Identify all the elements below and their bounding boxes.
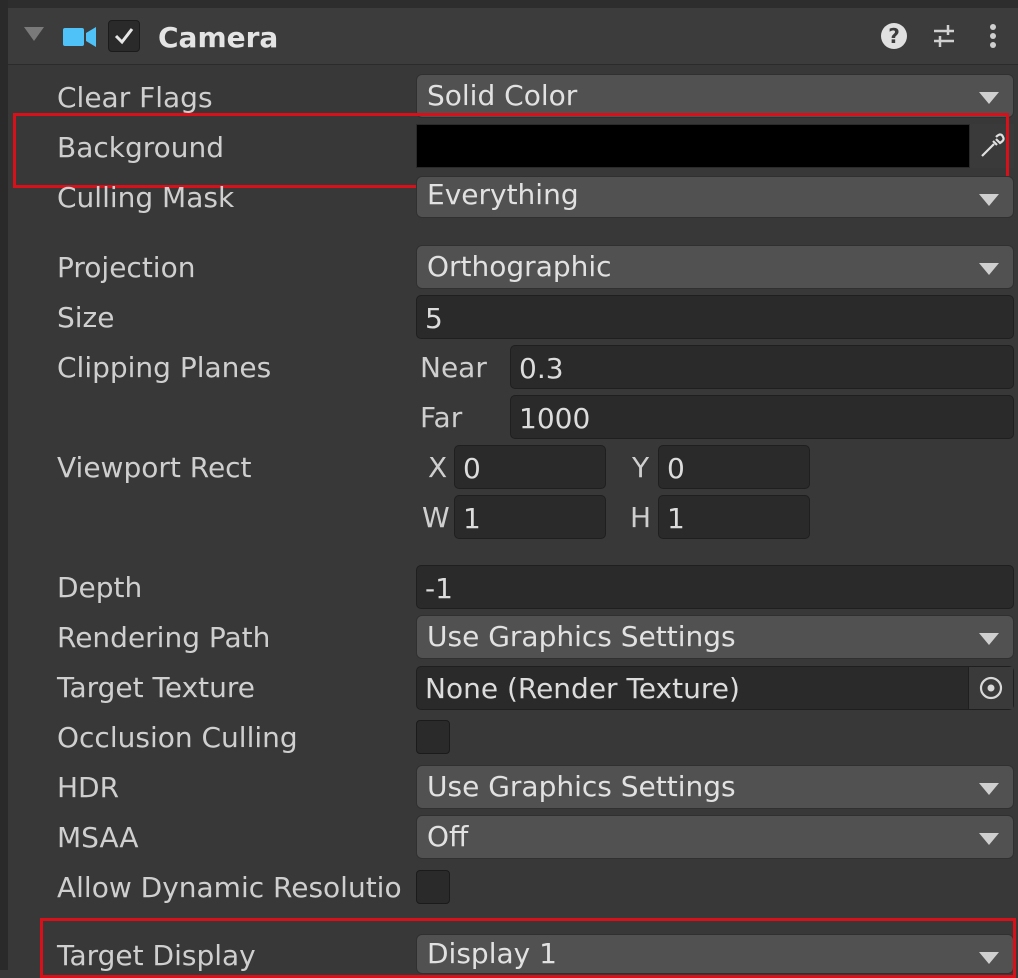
near-input[interactable]: 0.3: [510, 345, 1014, 389]
culling-mask-dropdown[interactable]: Everything: [416, 176, 1014, 218]
rendering-path-label: Rendering Path: [57, 621, 271, 654]
hdr-dropdown[interactable]: Use Graphics Settings: [416, 765, 1014, 809]
projection-value: Orthographic: [427, 250, 612, 283]
hdr-value: Use Graphics Settings: [427, 770, 736, 803]
clear-flags-value: Solid Color: [427, 79, 578, 112]
hdr-label: HDR: [57, 771, 120, 804]
more-menu-icon[interactable]: [977, 20, 1009, 52]
target-display-highlight: [40, 918, 1016, 978]
depth-value: -1: [425, 572, 453, 605]
component-title: Camera: [158, 21, 279, 54]
target-texture-label: Target Texture: [57, 671, 256, 704]
chevron-down-icon: [979, 833, 999, 845]
size-input[interactable]: 5: [416, 295, 1014, 339]
viewport-h-input[interactable]: 1: [658, 495, 810, 539]
viewport-y-value: 0: [667, 452, 685, 485]
viewport-y-input[interactable]: 0: [658, 445, 810, 489]
x-label: X: [428, 451, 448, 484]
clear-flags-dropdown[interactable]: Solid Color: [416, 74, 1014, 118]
y-label: Y: [632, 451, 650, 484]
chevron-down-icon: [979, 633, 999, 645]
culling-mask-value: Everything: [427, 178, 579, 211]
top-border: [0, 0, 1018, 8]
checkmark-icon: [114, 28, 134, 45]
size-label: Size: [57, 301, 115, 334]
clipping-planes-label: Clipping Planes: [57, 351, 272, 384]
msaa-label: MSAA: [57, 821, 139, 854]
far-value: 1000: [519, 402, 591, 435]
near-value: 0.3: [519, 352, 564, 385]
depth-label: Depth: [57, 571, 143, 604]
w-label: W: [422, 501, 450, 534]
projection-label: Projection: [57, 251, 196, 284]
viewport-w-value: 1: [463, 502, 481, 535]
svg-text:?: ?: [888, 24, 900, 48]
depth-input[interactable]: -1: [416, 565, 1014, 609]
object-picker-icon[interactable]: [968, 667, 1013, 709]
component-enabled-checkbox[interactable]: [108, 20, 140, 52]
occlusion-culling-label: Occlusion Culling: [57, 721, 298, 754]
presets-icon[interactable]: [928, 20, 960, 52]
camera-icon: [63, 27, 96, 47]
h-label: H: [630, 501, 652, 534]
projection-dropdown[interactable]: Orthographic: [416, 245, 1014, 289]
rendering-path-value: Use Graphics Settings: [427, 620, 736, 653]
viewport-h-value: 1: [667, 502, 685, 535]
viewport-w-input[interactable]: 1: [454, 495, 606, 539]
msaa-value: Off: [427, 820, 469, 853]
near-label: Near: [420, 351, 487, 384]
help-icon[interactable]: ?: [878, 20, 910, 52]
viewport-x-value: 0: [463, 452, 481, 485]
clear-flags-label: Clear Flags: [57, 81, 213, 114]
target-texture-field[interactable]: None (Render Texture): [416, 666, 1014, 710]
foldout-arrow-icon[interactable]: [24, 27, 44, 41]
target-texture-value: None (Render Texture): [425, 672, 740, 705]
allow-dynamic-resolution-label: Allow Dynamic Resolutio: [57, 871, 402, 904]
occlusion-culling-checkbox[interactable]: [416, 720, 450, 754]
chevron-down-icon: [979, 194, 999, 206]
viewport-x-input[interactable]: 0: [454, 445, 606, 489]
rendering-path-dropdown[interactable]: Use Graphics Settings: [416, 615, 1014, 659]
viewport-rect-label: Viewport Rect: [57, 451, 252, 484]
far-label: Far: [420, 401, 463, 434]
allow-dynamic-resolution-checkbox[interactable]: [416, 870, 450, 904]
far-input[interactable]: 1000: [510, 395, 1014, 439]
chevron-down-icon: [979, 92, 999, 104]
left-edge: [0, 0, 8, 970]
msaa-dropdown[interactable]: Off: [416, 815, 1014, 859]
size-value: 5: [425, 302, 443, 335]
chevron-down-icon: [979, 783, 999, 795]
chevron-down-icon: [979, 263, 999, 275]
culling-mask-label: Culling Mask: [57, 181, 235, 214]
